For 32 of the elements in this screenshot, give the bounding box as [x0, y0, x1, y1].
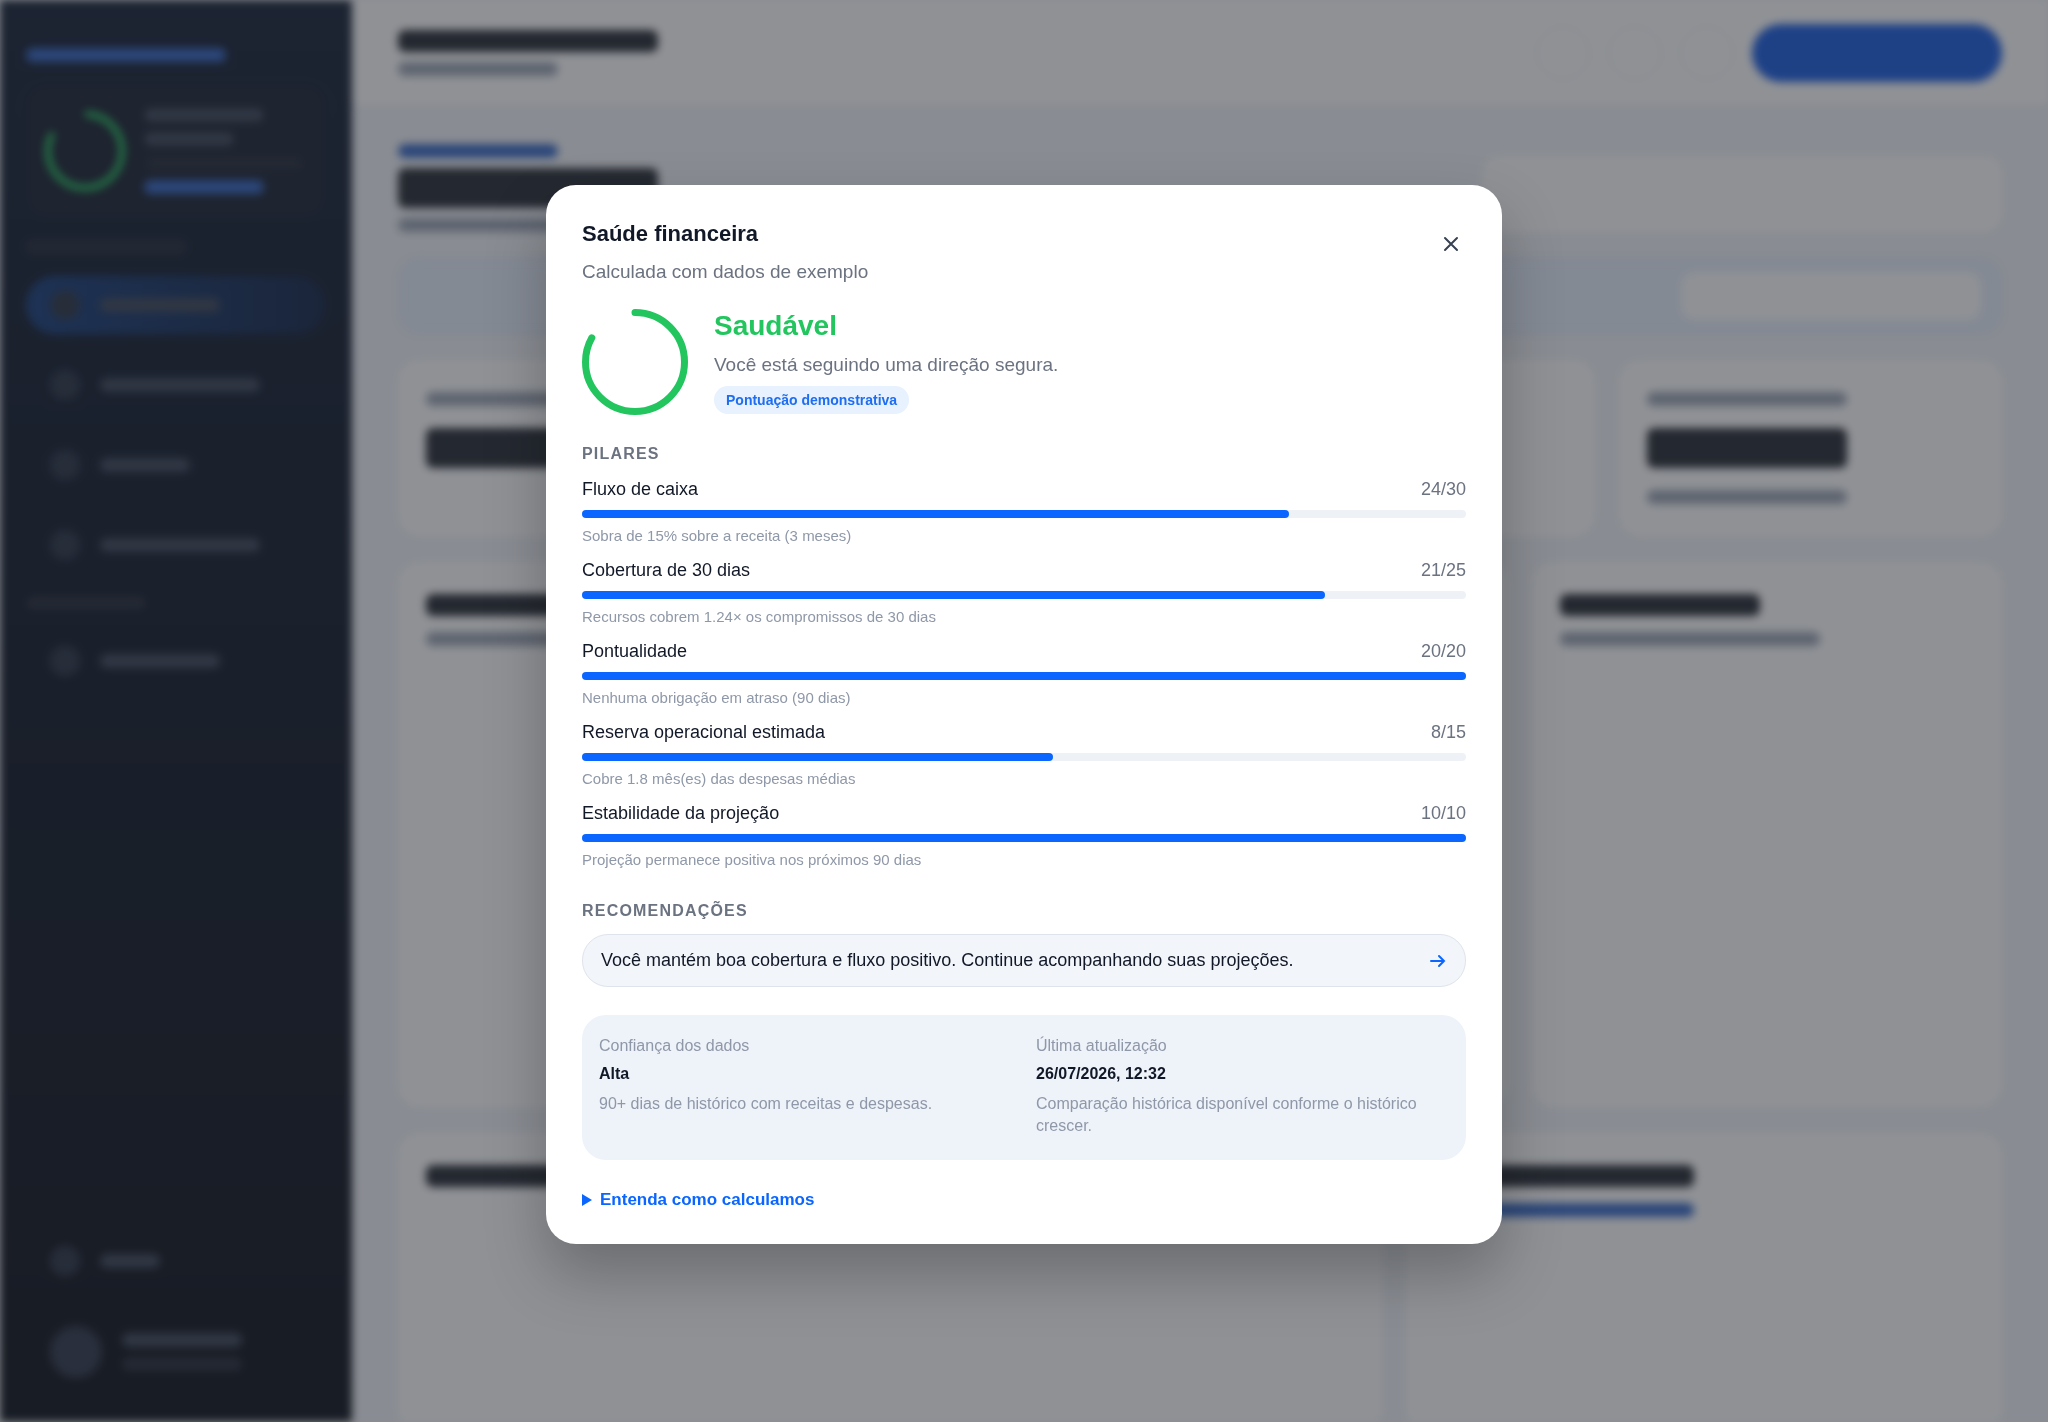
recommendation-button[interactable]: Você mantém boa cobertura e fluxo positivo. Continue acompanhando suas projeções.: [582, 934, 1466, 987]
dialog-subtitle: Calculada com dados de exemplo: [582, 261, 869, 283]
pillar-name: Fluxo de caixa: [582, 479, 699, 500]
demo-badge: Pontuação demonstrativa: [714, 386, 910, 414]
pillar-detail: Sobra de 15% sobre a receita (3 meses): [582, 527, 853, 544]
info-label: Última atualização: [1036, 1037, 1168, 1055]
info-label: Confiança dos dados: [599, 1037, 751, 1055]
pillar-name: Reserva operacional estimada: [582, 722, 826, 743]
pillar-detail: Recursos cobrem 1.24× os compromissos de 30 dias: [582, 608, 937, 625]
health-status: Saudável: [714, 310, 838, 342]
info-note: Comparação histórica disponível conforme o histórico crescer.: [1036, 1094, 1418, 1137]
info-note: 90+ dias de histórico com receitas e despesas.: [599, 1094, 934, 1114]
dialog-title: Saúde financeira: [582, 221, 760, 247]
section-title: PILARES: [582, 445, 661, 463]
pillar-detail: Projeção permanece positiva nos próximos 90 dias: [582, 851, 923, 868]
pillar-score: 10/10: [1420, 803, 1466, 824]
status-message: Você está seguindo uma direção segura.: [714, 354, 1059, 376]
caret-icon: [582, 1193, 592, 1206]
pillar-name: Pontualidade: [582, 641, 688, 662]
pillar-score: 20/20: [1420, 641, 1466, 662]
pillar-name: Estabilidade da projeção: [582, 803, 780, 824]
close-icon: [1442, 235, 1460, 253]
info-value: Alta: [599, 1065, 631, 1083]
section-title: RECOMENDAÇÕES: [582, 902, 749, 920]
details-link[interactable]: Entenda como calculamos: [582, 1189, 815, 1210]
pillar-score: 24/30: [1420, 479, 1466, 500]
pillar-detail: Cobre 1.8 mês(es) das despesas médias: [582, 770, 857, 787]
pillar-score: 21/25: [1420, 560, 1466, 581]
info-value: 26/07/2026, 12:32: [1036, 1065, 1167, 1083]
pillar-name: Cobertura de 30 dias: [582, 560, 751, 581]
pillar-detail: Nenhuma obrigação em atraso (90 dias): [582, 689, 852, 706]
pillar-score: 8/15: [1430, 722, 1466, 743]
